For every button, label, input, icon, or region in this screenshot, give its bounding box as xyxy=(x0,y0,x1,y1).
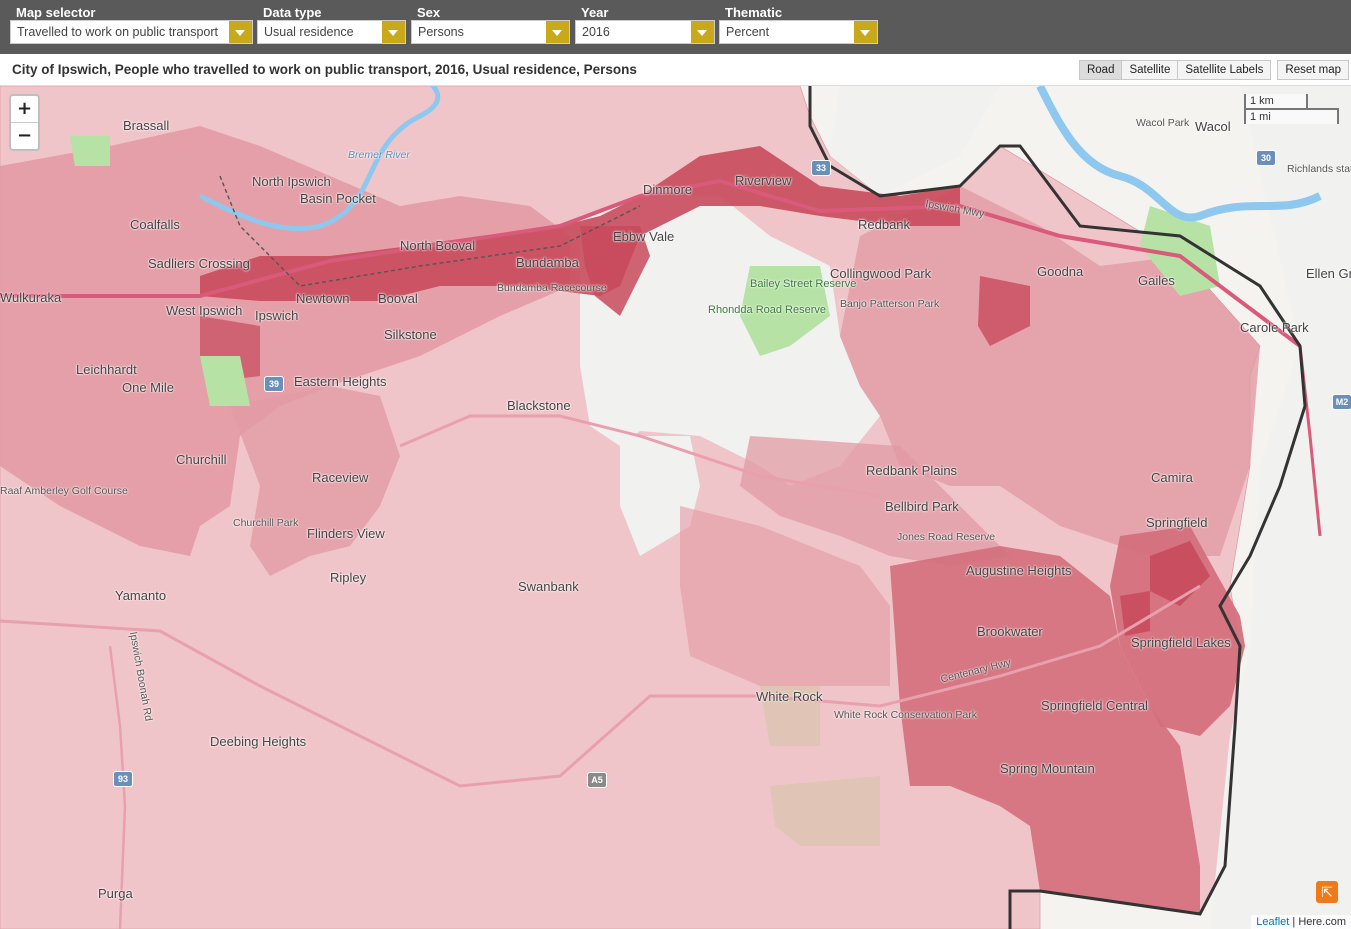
place-label: Eastern Heights xyxy=(294,374,387,389)
place-label: Redbank Plains xyxy=(866,463,958,478)
park-label: White Rock Conservation Park xyxy=(834,709,977,721)
map-title: City of Ipswich, People who travelled to… xyxy=(12,62,637,77)
place-label: Swanbank xyxy=(518,579,579,594)
data-type-dropdown[interactable]: Usual residence xyxy=(257,20,406,44)
filter-toolbar: Map selector Travelled to work on public… xyxy=(0,0,1351,54)
place-label: Yamanto xyxy=(115,588,167,603)
satellite-button[interactable]: Satellite xyxy=(1121,60,1179,80)
place-label: Springfield Lakes xyxy=(1131,635,1231,650)
place-label: Flinders View xyxy=(307,526,385,541)
place-label: Ellen Grove xyxy=(1306,266,1351,281)
choropleth-map[interactable] xyxy=(0,86,1351,929)
place-label: Coalfalls xyxy=(130,217,180,232)
place-label: Silkstone xyxy=(384,327,437,342)
place-label: Wacol xyxy=(1195,119,1231,134)
data-type-value: Usual residence xyxy=(264,25,354,39)
place-label: Churchill xyxy=(176,452,227,467)
place-label: North Booval xyxy=(400,238,476,253)
river-label: Bremer River xyxy=(348,149,410,161)
map-type-buttons: Road Satellite Satellite Labels Reset ma… xyxy=(1078,60,1349,80)
chevron-down-icon[interactable] xyxy=(229,21,252,43)
sex-dropdown[interactable]: Persons xyxy=(411,20,570,44)
place-label: Ipswich xyxy=(255,308,299,323)
park-label: Rhondda Road Reserve xyxy=(708,304,827,316)
thematic-value: Percent xyxy=(726,25,770,39)
expand-icon[interactable]: ⇱ xyxy=(1316,881,1338,903)
place-label: Goodna xyxy=(1037,264,1084,279)
park-label: Wacol Park xyxy=(1136,117,1190,129)
zoom-control: + − xyxy=(9,94,40,151)
leaflet-link[interactable]: Leaflet xyxy=(1256,916,1289,928)
place-label: Sadliers Crossing xyxy=(148,256,250,271)
place-label: North Ipswich xyxy=(252,174,331,189)
chevron-down-icon[interactable] xyxy=(546,21,569,43)
map-canvas[interactable]: + − 1 km 1 mi Brassall North Ipswich Bas… xyxy=(0,86,1351,929)
place-label: West Ipswich xyxy=(166,303,243,318)
park xyxy=(70,136,110,166)
place-label: Raceview xyxy=(312,470,369,485)
place-label: Deebing Heights xyxy=(210,734,307,749)
region-darkest[interactable] xyxy=(1120,591,1150,636)
scale-bar: 1 km 1 mi xyxy=(1244,94,1339,124)
place-label: One Mile xyxy=(122,380,175,395)
place-label: Springfield Central xyxy=(1041,698,1148,713)
place-label: Newtown xyxy=(296,291,350,306)
place-label: Camira xyxy=(1151,470,1193,485)
scale-mi: 1 mi xyxy=(1244,108,1339,124)
chevron-down-icon[interactable] xyxy=(854,21,877,43)
route-shield: M2 xyxy=(1332,394,1351,410)
sex-value: Persons xyxy=(418,25,464,39)
place-label: Ebbw Vale xyxy=(613,229,675,244)
place-label: Redbank xyxy=(858,217,911,232)
place-label: Blackstone xyxy=(507,398,571,413)
place-label: Brassall xyxy=(123,118,170,133)
place-label: Gailes xyxy=(1138,273,1175,288)
chevron-down-icon[interactable] xyxy=(691,21,714,43)
place-label: Wulkuraka xyxy=(0,290,62,305)
map-selector-value: Travelled to work on public transport xyxy=(17,25,219,39)
attribution-provider: Here.com xyxy=(1298,916,1346,928)
route-shield: 30 xyxy=(1256,150,1276,166)
thematic-dropdown[interactable]: Percent xyxy=(719,20,878,44)
place-label: White Rock xyxy=(756,689,823,704)
road-button[interactable]: Road xyxy=(1078,60,1123,80)
route-shield: 39 xyxy=(264,376,284,392)
place-label: Booval xyxy=(378,291,418,306)
place-label: Dinmore xyxy=(643,182,693,197)
place-label: Carole Park xyxy=(1240,320,1309,335)
park-label: Raaf Amberley Golf Course xyxy=(0,485,128,497)
place-label: Basin Pocket xyxy=(300,191,376,206)
place-label: Purga xyxy=(98,886,133,901)
map-selector-dropdown[interactable]: Travelled to work on public transport xyxy=(10,20,253,44)
route-shield: 33 xyxy=(811,160,831,176)
map-title-bar: City of Ipswich, People who travelled to… xyxy=(0,54,1351,86)
place-label: Leichhardt xyxy=(76,362,137,377)
reset-map-button[interactable]: Reset map xyxy=(1277,60,1349,80)
park-label: Bundamba Racecourse xyxy=(497,282,607,294)
place-label: Riverview xyxy=(735,173,792,188)
attribution-separator: | xyxy=(1289,916,1299,928)
park-label: Churchill Park xyxy=(233,517,299,529)
map-attribution: Leaflet | Here.com xyxy=(1251,915,1351,929)
place-label: Brookwater xyxy=(977,624,1043,639)
place-label: Ripley xyxy=(330,570,367,585)
place-label: Augustine Heights xyxy=(966,563,1072,578)
place-label: Spring Mountain xyxy=(1000,761,1095,776)
route-shield: A5 xyxy=(587,772,607,788)
park-label: Banjo Patterson Park xyxy=(840,298,940,310)
station-label: Richlands station xyxy=(1287,163,1351,175)
place-label: Bundamba xyxy=(516,255,579,270)
zoom-out-button[interactable]: − xyxy=(11,123,38,149)
park-label: Jones Road Reserve xyxy=(897,531,996,543)
park-label: Bailey Street Reserve xyxy=(750,278,857,290)
route-shield: 93 xyxy=(113,771,133,787)
place-label: Springfield xyxy=(1146,515,1208,530)
year-value: 2016 xyxy=(582,25,610,39)
zoom-in-button[interactable]: + xyxy=(11,96,38,123)
chevron-down-icon[interactable] xyxy=(382,21,405,43)
place-label: Bellbird Park xyxy=(885,499,959,514)
year-dropdown[interactable]: 2016 xyxy=(575,20,715,44)
satellite-labels-button[interactable]: Satellite Labels xyxy=(1177,60,1272,80)
